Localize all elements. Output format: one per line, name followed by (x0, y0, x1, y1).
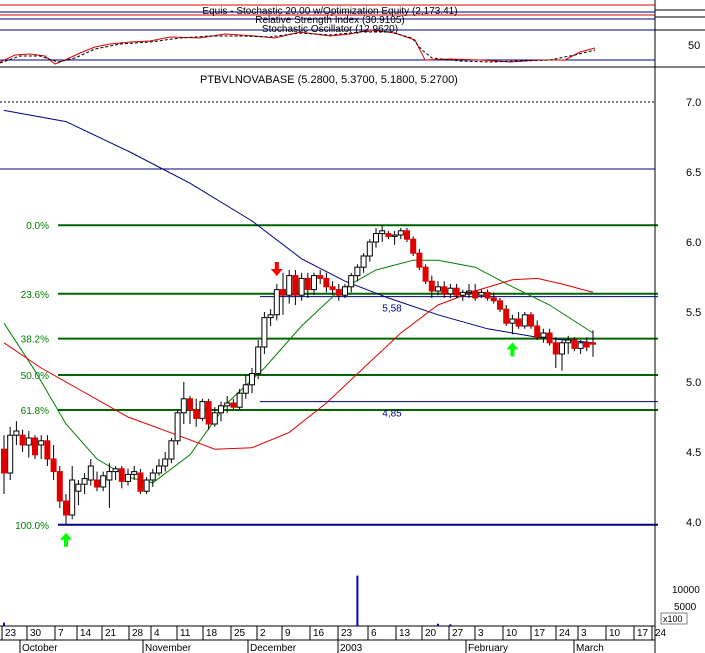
chart-title: PTBVLNOVABASE (5.2800, 5.3700, 5.1800, 5… (200, 74, 458, 86)
x-tick-label: 27 (452, 628, 464, 639)
x-tick-label: 24 (655, 628, 667, 639)
x-tick-label: 16 (313, 628, 325, 639)
level-label: 5,58 (382, 304, 402, 315)
y-tick-label: 6.0 (686, 237, 701, 249)
month-label: November (145, 643, 192, 653)
candle (199, 398, 206, 422)
x-tick-label: 2 (260, 628, 266, 639)
x-tick-label: 23 (5, 628, 17, 639)
stochastic-label: Stochastic Oscillator (12.9620) (262, 24, 398, 35)
y-tick-label: 6.5 (686, 167, 701, 179)
x-tick-label: 24 (559, 628, 571, 639)
x-tick-label: 3 (478, 628, 484, 639)
candle (521, 312, 528, 329)
x-tick-label: 17 (534, 628, 546, 639)
x-tick-label: 13 (399, 628, 411, 639)
y-tick-label: 4.0 (686, 517, 701, 529)
x-tick-label: 28 (132, 628, 144, 639)
x-tick-label: 11 (180, 628, 191, 639)
fib-label: 100.0% (15, 521, 49, 532)
x-tick-label: 7 (58, 628, 64, 639)
x-tick-label: 17 (637, 628, 649, 639)
month-label: October (22, 643, 58, 653)
y-tick-label: 5.5 (686, 307, 701, 319)
x-tick-label: 14 (80, 628, 92, 639)
x-tick-label: 18 (206, 628, 218, 639)
x-tick-label: 25 (234, 628, 246, 639)
fib-label: 0.0% (26, 221, 49, 232)
x-tick-label: 20 (425, 628, 437, 639)
candle (528, 312, 534, 329)
candle (273, 284, 280, 321)
volume-unit-label: x100 (663, 614, 683, 624)
candle (137, 468, 144, 494)
fib-label: 38.2% (21, 335, 49, 346)
y-tick-label: 4.5 (686, 447, 701, 459)
x-tick-label: 21 (105, 628, 117, 639)
candle (7, 426, 14, 480)
volume-scale-10000: 10000 (672, 585, 700, 596)
x-tick-label: 6 (371, 628, 377, 639)
y-tick-label: 7.0 (686, 97, 701, 109)
fib-label: 50.0% (21, 371, 49, 382)
candle (410, 236, 417, 256)
month-label: March (576, 643, 604, 653)
x-tick-label: 4 (154, 628, 160, 639)
y-tick-label: 5.0 (686, 377, 701, 389)
volume-scale-5000: 5000 (674, 602, 697, 613)
x-tick-label: 9 (285, 628, 291, 639)
x-tick-label: 23 (341, 628, 353, 639)
fib-label: 61.8% (21, 406, 49, 417)
stock-chart: Equis - Stochastic 20.00 w/Optimization … (0, 0, 705, 653)
month-label: 2003 (340, 643, 363, 653)
x-tick-label: 10 (506, 628, 518, 639)
x-tick-label: 10 (609, 628, 621, 639)
x-tick-label: 3 (581, 628, 587, 639)
candle (422, 264, 429, 284)
month-label: February (468, 643, 508, 653)
candle (174, 410, 181, 445)
candle (143, 477, 150, 494)
month-label: December (250, 643, 297, 653)
candle (168, 438, 175, 464)
x-tick-label: 30 (30, 628, 42, 639)
indicator-tick-label: 50 (688, 40, 700, 52)
fib-label: 23.6% (21, 290, 49, 301)
level-label: 4,85 (382, 409, 402, 420)
